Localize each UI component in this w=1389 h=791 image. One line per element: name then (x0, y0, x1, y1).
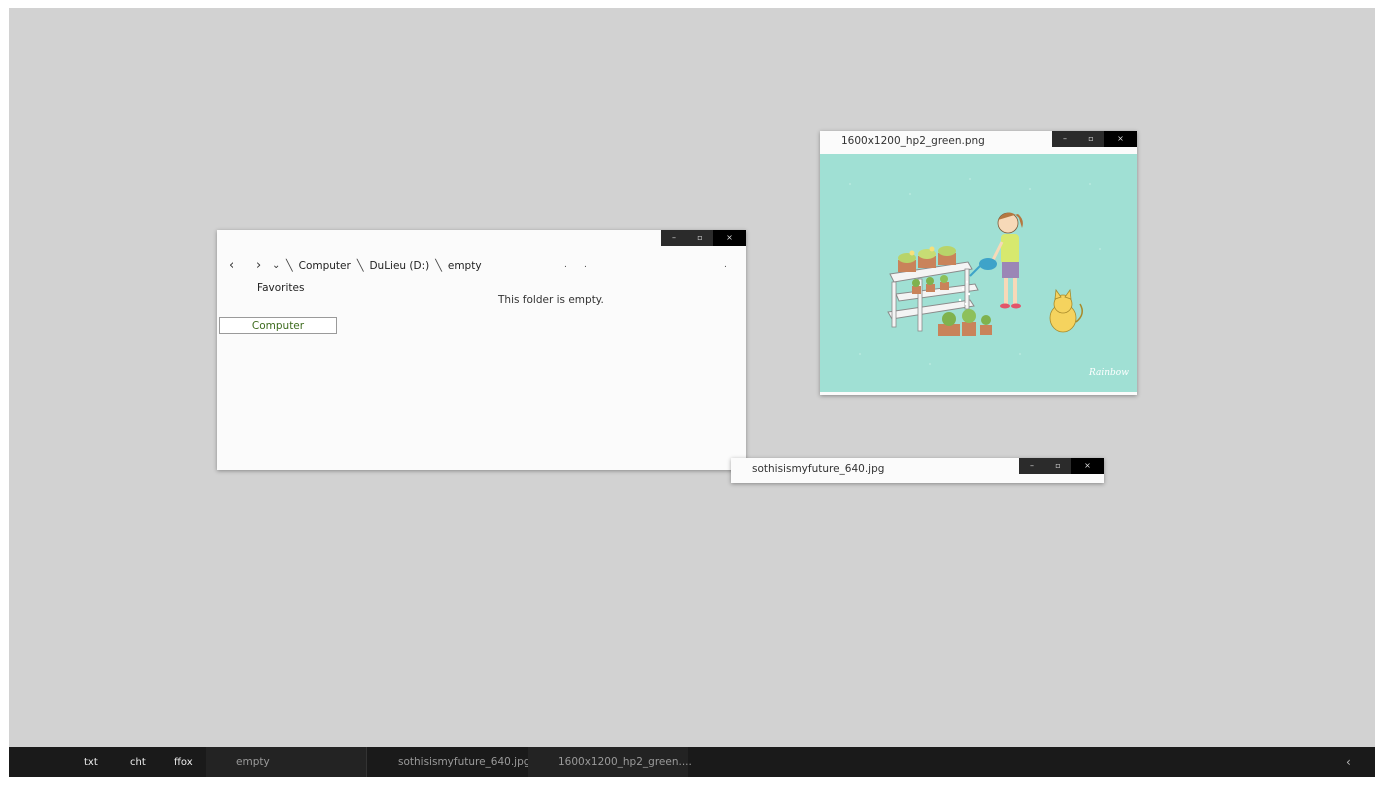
empty-folder-message: This folder is empty. (498, 294, 604, 306)
girl-watering-plants-illustration: Rainbow (849, 178, 1129, 378)
close-button[interactable]: × (713, 230, 746, 246)
navigation-bar: ‹ › ⌄ ╲ Computer ╲ DuLieu (D:) ╲ empty (229, 258, 482, 273)
task-hp2-green[interactable]: 1600x1200_hp2_green.... (528, 747, 692, 777)
breadcrumb: ╲ Computer ╲ DuLieu (D:) ╲ empty (286, 259, 482, 272)
breadcrumb-separator-icon: ╲ (435, 259, 442, 272)
taskbar: txt cht ffox empty sothisismyfuture_640.… (9, 747, 1375, 777)
recent-locations-chevron-down-icon[interactable]: ⌄ (272, 260, 286, 271)
explorer-window[interactable]: – ▫ × ‹ › ⌄ ╲ Computer ╲ DuLieu (D:) ╲ e… (217, 230, 746, 470)
window-title: 1600x1200_hp2_green.png (841, 135, 985, 147)
close-button[interactable]: × (1071, 458, 1104, 474)
breadcrumb-item-dulieu[interactable]: DuLieu (D:) (369, 260, 429, 272)
minimize-button[interactable]: – (1052, 131, 1078, 147)
tray-chevron-left-icon[interactable]: ‹ (1346, 747, 1351, 777)
image-canvas: Rainbow (820, 154, 1137, 392)
toolbar-dot: . (584, 260, 587, 270)
ground-pots-icon (938, 309, 992, 336)
breadcrumb-separator-icon: ╲ (286, 259, 293, 272)
image-viewer-window[interactable]: 1600x1200_hp2_green.png – ▫ × Rainbow (820, 131, 1137, 395)
taskbar-separator (366, 747, 367, 777)
favorites-label[interactable]: Favorites (257, 282, 304, 294)
breadcrumb-item-computer[interactable]: Computer (299, 260, 351, 272)
quicklaunch-txt[interactable]: txt (84, 747, 98, 777)
girl-icon (969, 212, 1023, 309)
minimize-button[interactable]: – (1019, 458, 1045, 474)
breadcrumb-separator-icon: ╲ (356, 259, 364, 272)
back-arrow-icon[interactable]: ‹ (229, 258, 256, 273)
maximize-button[interactable]: ▫ (687, 230, 713, 246)
task-empty[interactable]: empty (206, 747, 366, 777)
quicklaunch-ffox[interactable]: ffox (174, 747, 193, 777)
close-button[interactable]: × (1104, 131, 1137, 147)
window-controls: – ▫ × (1019, 458, 1104, 474)
maximize-button[interactable]: ▫ (1078, 131, 1104, 147)
toolbar-dot: . (564, 260, 567, 270)
cat-icon (1049, 288, 1083, 333)
toolbar-dot: . (724, 260, 727, 270)
window-controls: – ▫ × (1052, 131, 1137, 147)
task-sothisismyfuture[interactable]: sothisismyfuture_640.jpg (368, 747, 530, 777)
minimize-button[interactable]: – (661, 230, 687, 246)
desktop: – ▫ × ‹ › ⌄ ╲ Computer ╲ DuLieu (D:) ╲ e… (9, 8, 1375, 777)
rainbow-logo: Rainbow (1088, 368, 1129, 378)
quicklaunch-cht[interactable]: cht (130, 747, 146, 777)
breadcrumb-item-empty[interactable]: empty (448, 260, 482, 272)
forward-arrow-icon[interactable]: › (256, 258, 272, 273)
small-image-window[interactable]: sothisismyfuture_640.jpg – ▫ × (731, 458, 1104, 483)
maximize-button[interactable]: ▫ (1045, 458, 1071, 474)
window-controls: – ▫ × (661, 230, 746, 246)
window-title: sothisismyfuture_640.jpg (752, 463, 885, 475)
sidebar-item-computer[interactable]: Computer (219, 317, 337, 334)
